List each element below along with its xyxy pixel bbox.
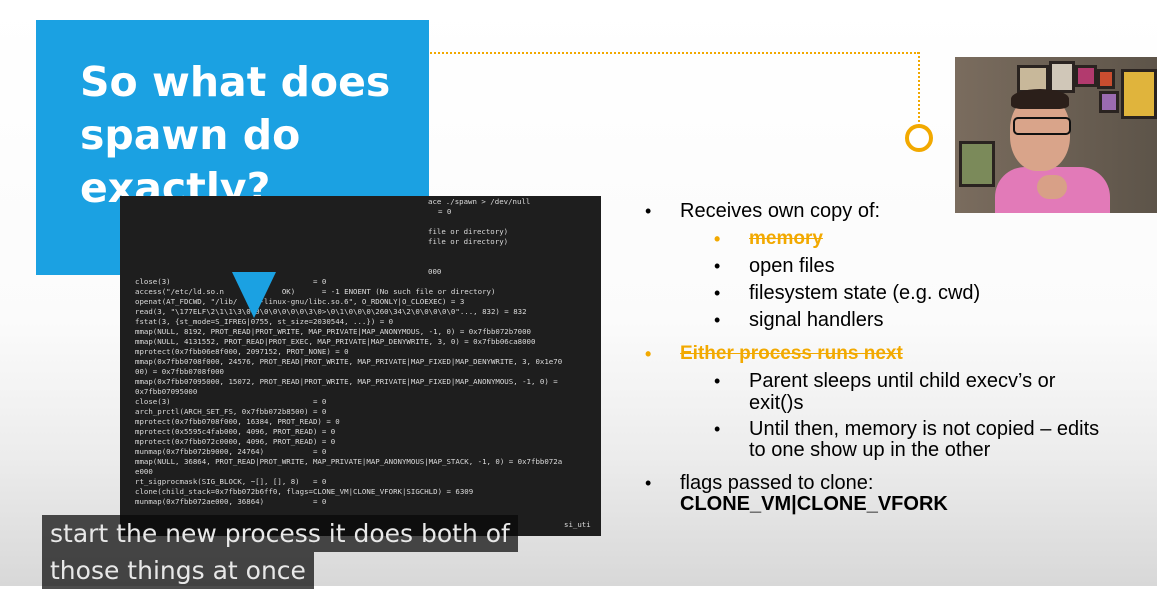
bullet-dot: •	[645, 344, 652, 364]
presenter-webcam	[955, 57, 1157, 213]
terminal-line: mprotect(0x7fbb06e8f000, 2097152, PROT_N…	[135, 347, 349, 356]
terminal-line: file or directory)	[428, 227, 509, 236]
terminal-line: file or directory)	[428, 237, 509, 246]
terminal-line: mprotect(0x7fbb0708f000, 16384, PROT_REA…	[135, 417, 340, 426]
connector-line	[419, 52, 919, 54]
terminal-line: read(3, "\177ELF\2\1\1\3\0\0\0\0\0\0\0\3…	[135, 307, 527, 316]
terminal-line: mprotect(0x5595c4fab000, 4096, PROT_READ…	[135, 427, 336, 436]
connector-ring-icon	[905, 124, 933, 152]
terminal-line: 00) = 0x7fbb0708f000	[135, 367, 224, 376]
terminal-line: mprotect(0x7fbb072c0000, 4096, PROT_READ…	[135, 437, 336, 446]
terminal-line: e000	[135, 467, 153, 476]
terminal-line: = 0	[438, 207, 452, 216]
wall-frame	[1097, 69, 1115, 89]
bullet-dot: •	[714, 283, 721, 303]
bullet-dot: •	[714, 310, 721, 330]
terminal-line: access("/etc/ld.so.n OK) = -1 ENOENT (No…	[135, 287, 496, 296]
bullet-parent-sleeps-cont: exit()s	[749, 392, 804, 414]
terminal-line: arch_prctl(ARCH_SET_FS, 0x7fbb072b8500) …	[135, 407, 327, 416]
bullet-memory: memory	[749, 228, 823, 249]
terminal-line: mmap(0x7fbb07095000, 15072, PROT_READ|PR…	[135, 377, 558, 386]
presenter-glasses	[1013, 117, 1071, 135]
bullet-memory-not-copied-cont: to one show up in the other	[749, 439, 991, 461]
terminal-line: fstat(3, {st_mode=S_IFREG|0755, st_size=…	[135, 317, 394, 326]
terminal-line: 000	[428, 267, 442, 276]
wall-frame	[1099, 91, 1119, 113]
bullet-parent-sleeps: Parent sleeps until child execv’s or	[749, 370, 1056, 392]
bullet-memory-not-copied: Until then, memory is not copied – edits	[749, 418, 1100, 440]
terminal-line: close(3) = 0	[135, 397, 327, 406]
wall-frame	[1049, 61, 1075, 93]
terminal-output: ace ./spawn > /dev/null = 0 file or dire…	[120, 196, 601, 536]
presenter-hair	[1011, 89, 1069, 109]
terminal-line: close(3) = 0	[135, 277, 327, 286]
terminal-line: rt_sigprocmask(SIG_BLOCK, ~[], [], 8) = …	[135, 477, 327, 486]
terminal-line: mmap(NULL, 8192, PROT_READ|PROT_WRITE, M…	[135, 327, 532, 336]
bullet-dot: •	[714, 371, 721, 391]
bullet-flags: flags passed to clone:	[680, 472, 874, 494]
bullet-dot: •	[714, 229, 721, 249]
bullet-either-process: Either process runs next	[680, 343, 903, 364]
terminal-line: mmap(NULL, 36864, PROT_READ|PROT_WRITE, …	[135, 457, 563, 466]
bullet-dot: •	[645, 473, 652, 493]
caption-line-2: those things at once	[42, 552, 314, 589]
terminal-line: mmap(NULL, 4131552, PROT_READ|PROT_EXEC,…	[135, 337, 536, 346]
wall-frame	[1075, 65, 1097, 87]
bullet-dot: •	[645, 201, 652, 221]
terminal-line: si_uti	[564, 520, 591, 529]
terminal-line: munmap(0x7fbb072ae000, 36864) = 0	[135, 497, 327, 506]
terminal-line: ace ./spawn > /dev/null	[428, 197, 531, 206]
bullet-receives-copy: Receives own copy of:	[680, 200, 881, 222]
bullet-filesystem-state: filesystem state (e.g. cwd)	[749, 282, 981, 304]
terminal-line: munmap(0x7fbb072b9000, 24764) = 0	[135, 447, 327, 456]
caption-line-1: start the new process it does both of	[42, 515, 518, 552]
bullet-dot: •	[714, 419, 721, 439]
connector-line-vertical	[918, 52, 920, 126]
terminal-line: mmap(0x7fbb0708f000, 24576, PROT_READ|PR…	[135, 357, 563, 366]
terminal-line: 0x7fbb07095000	[135, 387, 198, 396]
bullet-signal-handlers: signal handlers	[749, 309, 884, 331]
clone-flags-code: CLONE_VM|CLONE_VFORK	[680, 493, 948, 515]
bullet-dot: •	[714, 256, 721, 276]
callout-tail	[232, 272, 276, 318]
wall-frame	[1121, 69, 1157, 119]
terminal-line: openat(AT_FDCWD, "/lib/ -linux-gnu/libc.…	[135, 297, 465, 306]
bullet-open-files: open files	[749, 255, 835, 277]
terminal-line: clone(child_stack=0x7fbb072b6ff0, flags=…	[135, 487, 474, 496]
callout-title: So what does spawn do exactly?	[80, 58, 391, 212]
wall-frame	[959, 141, 995, 187]
presenter-hand	[1037, 175, 1067, 199]
